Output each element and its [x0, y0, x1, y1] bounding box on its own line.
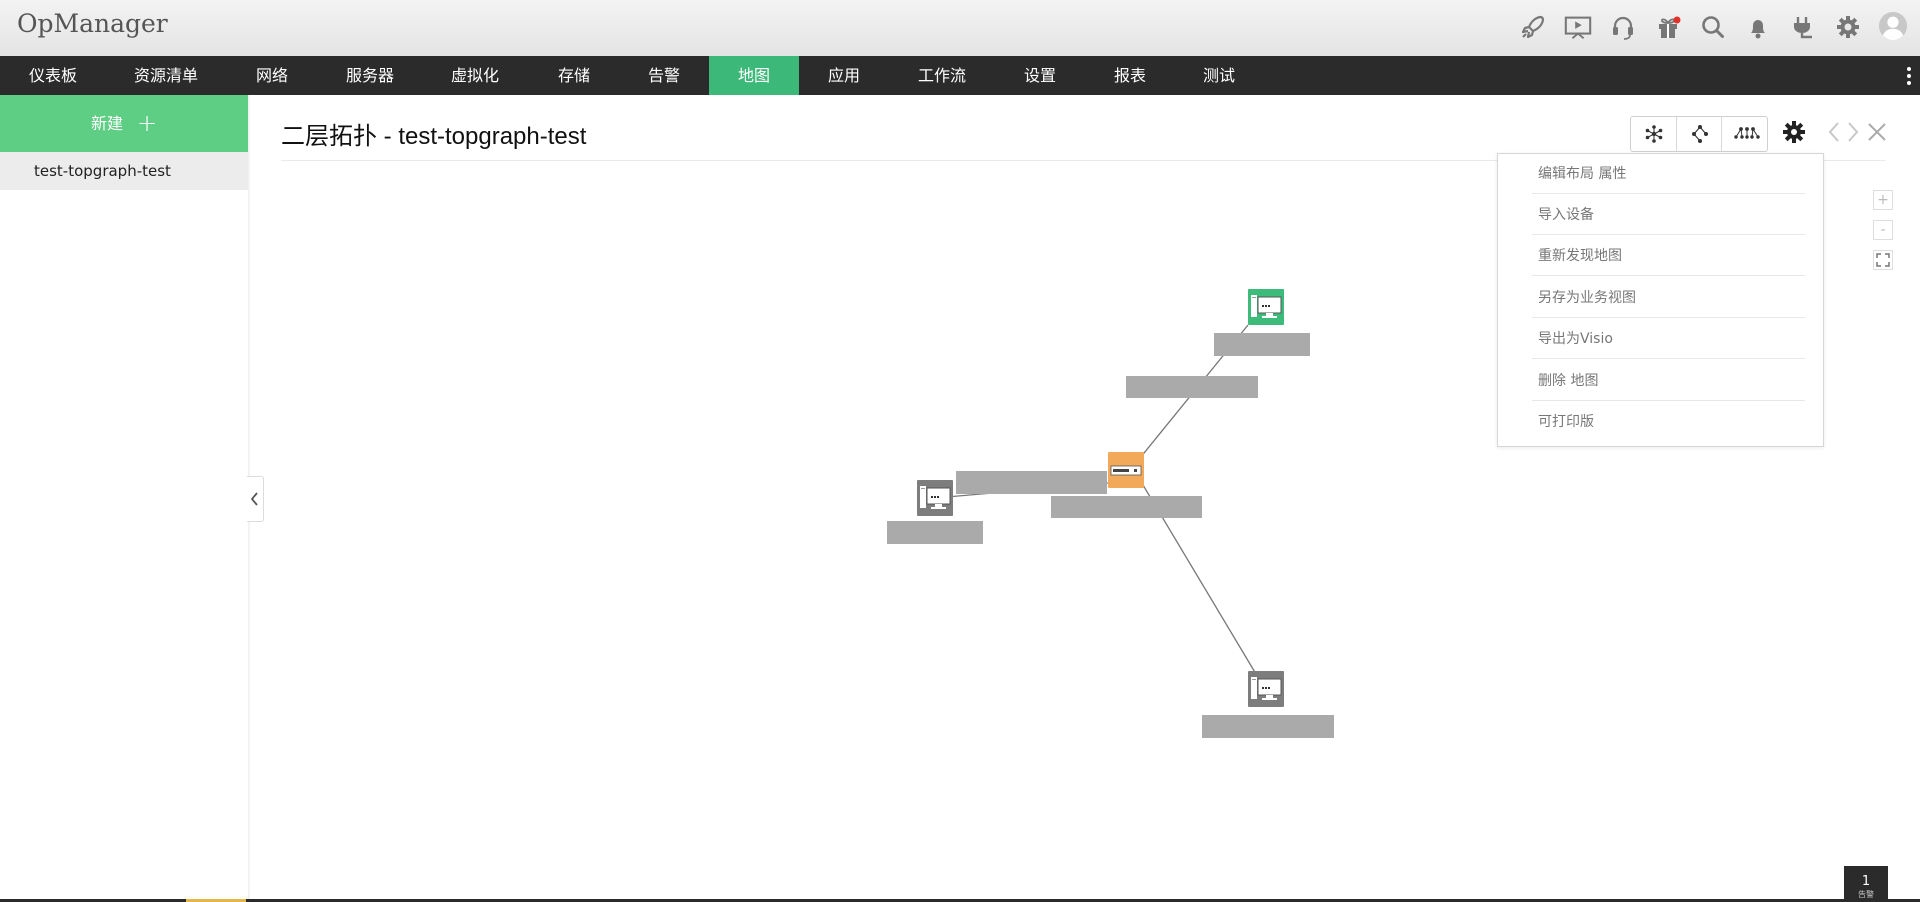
alarm-counter[interactable]: 1 告警 [1844, 866, 1888, 902]
node-label-redacted [1202, 715, 1334, 738]
desktop-node-top[interactable] [1248, 289, 1284, 325]
desktop-node-bottom[interactable] [1248, 671, 1284, 707]
link-label-redacted [1126, 376, 1258, 398]
link-label-redacted [956, 471, 1107, 494]
node-label-redacted [1051, 496, 1202, 518]
map-links [934, 324, 1257, 675]
desktop-device-icon [1248, 289, 1284, 325]
desktop-node-left[interactable] [917, 480, 953, 516]
topology-map [0, 0, 1920, 902]
node-label-redacted [887, 521, 983, 544]
desktop-device-icon [917, 480, 953, 516]
alarm-count: 1 [1861, 874, 1871, 889]
desktop-device-icon [1248, 671, 1284, 707]
alarm-label: 告警 [1858, 890, 1874, 899]
switch-node[interactable] [1108, 452, 1144, 488]
node-label-redacted [1214, 333, 1310, 356]
switch-device-icon [1108, 452, 1144, 488]
